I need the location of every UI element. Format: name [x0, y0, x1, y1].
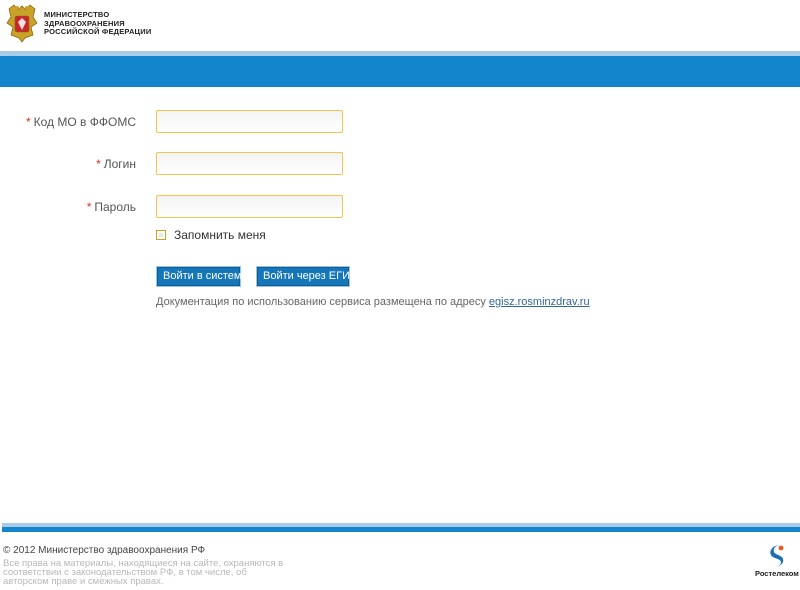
remember-checkbox[interactable]	[156, 230, 166, 240]
coat-of-arms-icon	[6, 4, 38, 43]
documentation-text: Документация по использованию сервиса ра…	[156, 296, 486, 308]
required-mark: *	[96, 157, 101, 171]
egis-login-button[interactable]: Войти через ЕГИС	[257, 267, 358, 286]
site-header: МИНИСТЕРСТВО ЗДРАВООХРАНЕНИЯ РОССИЙСКОЙ …	[0, 0, 800, 50]
password-label: * Пароль	[86, 200, 136, 214]
rights-line-3: авторском праве и смежных правах.	[3, 576, 164, 587]
rostelecom-name: Ростелеком	[755, 569, 799, 578]
footer-stripe	[2, 527, 800, 532]
documentation-link[interactable]: egisz.rosminzdrav.ru	[489, 296, 590, 308]
required-mark: *	[25, 115, 31, 129]
form-row-mo-code: * Код МО в ФФОМС	[0, 110, 800, 134]
rights-notice: Все права на материалы, находящиеся на с…	[3, 559, 293, 587]
ministry-title: МИНИСТЕРСТВО ЗДРАВООХРАНЕНИЯ РОССИЙСКОЙ …	[44, 10, 152, 37]
copyright: © 2012 Министерство здравоохранения РФ	[3, 545, 206, 556]
login-input[interactable]	[156, 152, 343, 175]
login-label: * Логин	[96, 157, 136, 171]
required-mark: *	[86, 200, 92, 214]
password-input[interactable]	[156, 195, 343, 218]
mo-code-input[interactable]	[156, 110, 343, 133]
documentation-note: Документация по использованию сервиса ра…	[156, 296, 590, 308]
header-bar	[0, 56, 800, 87]
mo-code-label: * Код МО в ФФОМС	[25, 115, 136, 129]
login-button[interactable]: Войти в систему	[157, 267, 247, 286]
rostelecom-logo-icon	[770, 545, 784, 566]
form-row-password: * Пароль	[0, 195, 800, 219]
ministry-line-3: РОССИЙСКОЙ ФЕДЕРАЦИИ	[44, 27, 152, 36]
form-row-login: * Логин	[0, 152, 800, 176]
remember-label: Запомнить меня	[174, 228, 266, 242]
